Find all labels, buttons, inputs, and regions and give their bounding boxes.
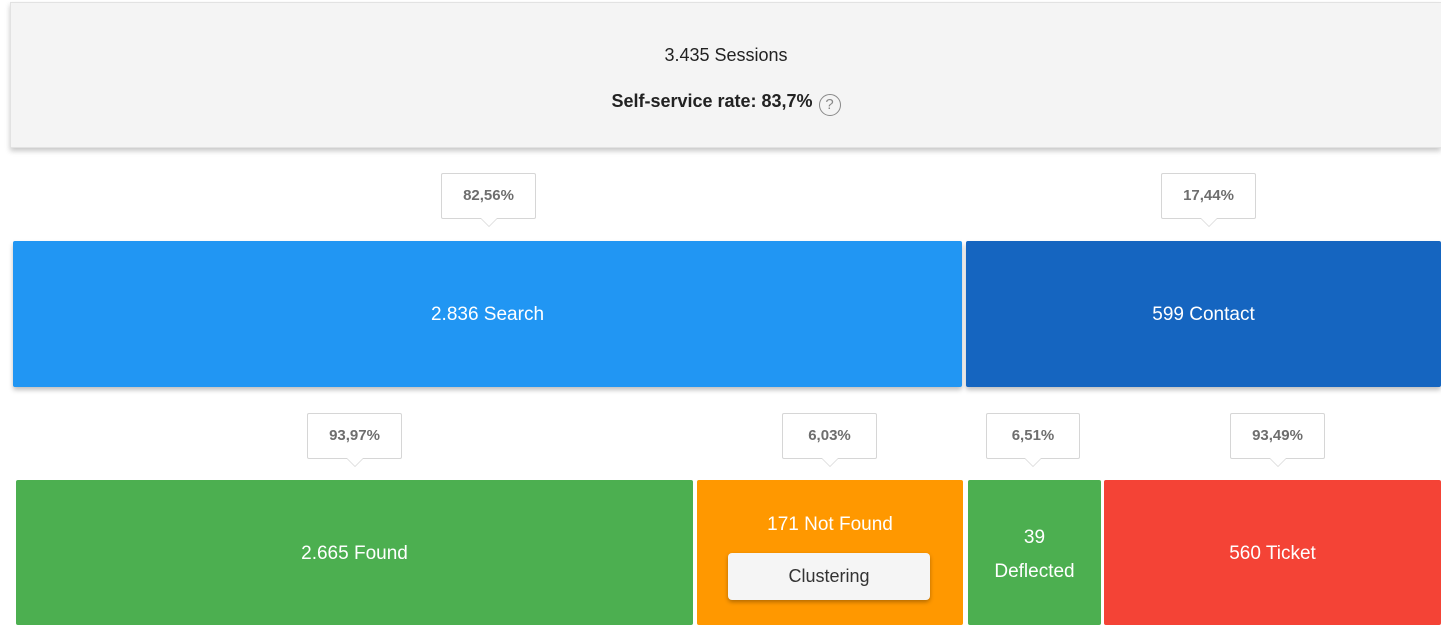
- contact-percentage-tooltip: 17,44%: [1161, 173, 1256, 227]
- not-found-label: 171 Not Found: [767, 514, 893, 535]
- search-label: 2.836 Search: [430, 304, 545, 325]
- sessions-count: 3.435 Sessions: [664, 45, 788, 65]
- help-icon[interactable]: ?: [818, 94, 841, 116]
- found-percentage-tooltip: 93,97%: [307, 413, 402, 467]
- summary-panel: 3.435 Sessions Self-service rate: 83,7%?: [10, 2, 1441, 148]
- deflected-count: 39: [1023, 527, 1046, 548]
- clustering-button[interactable]: Clustering: [728, 553, 930, 600]
- deflected-box[interactable]: 39 Deflected: [968, 480, 1101, 625]
- search-percentage-tooltip: 82,56%: [441, 173, 536, 227]
- self-service-rate: Self-service rate: 83,7%: [611, 91, 813, 111]
- ticket-percentage-tooltip: 93,49%: [1230, 413, 1325, 467]
- found-label: 2.665 Found: [301, 543, 408, 564]
- not-found-percentage-tooltip: 6,03%: [782, 413, 877, 467]
- ticket-box[interactable]: 560 Ticket: [1104, 480, 1441, 625]
- deflected-label: Deflected: [994, 561, 1075, 582]
- contact-box[interactable]: 599 Contact: [966, 241, 1441, 387]
- not-found-box[interactable]: 171 Not Found Clustering: [697, 480, 963, 625]
- deflected-percentage-tooltip: 6,51%: [986, 413, 1080, 467]
- found-box[interactable]: 2.665 Found: [16, 480, 693, 625]
- contact-label: 599 Contact: [1152, 304, 1255, 325]
- self-service-rate-line: Self-service rate: 83,7%?: [11, 91, 1441, 116]
- ticket-label: 560 Ticket: [1229, 543, 1316, 564]
- search-box[interactable]: 2.836 Search: [13, 241, 962, 387]
